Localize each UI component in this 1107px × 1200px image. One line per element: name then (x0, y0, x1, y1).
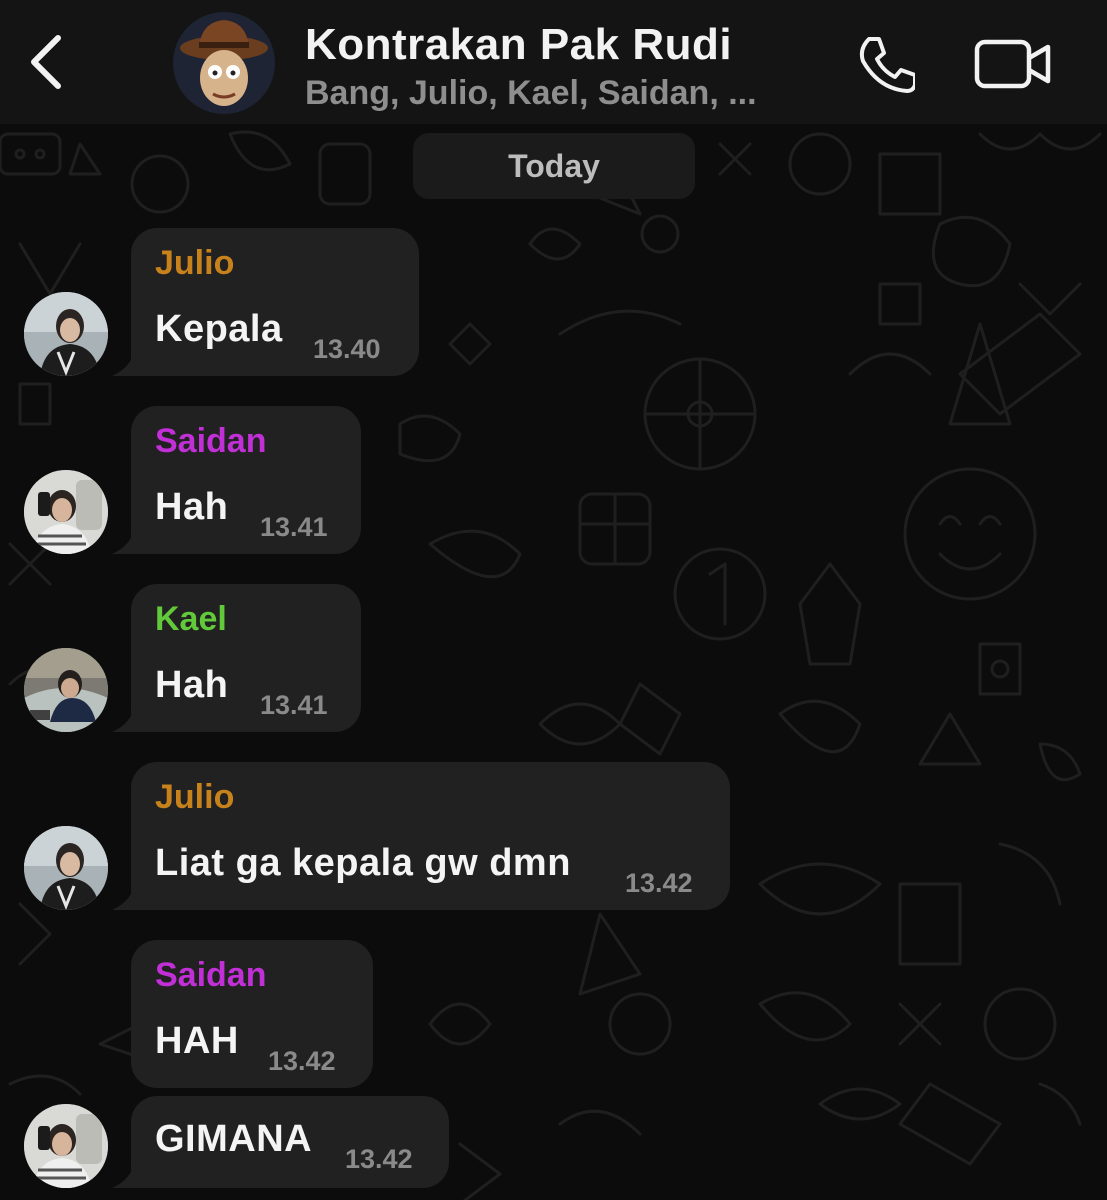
group-avatar-image (173, 12, 275, 114)
date-separator: Today (413, 133, 695, 199)
message-bubble[interactable]: Saidan Hah 13.41 (131, 406, 361, 554)
message-text: Hah (155, 486, 229, 528)
bubble-tail (112, 1164, 142, 1188)
message-time: 13.41 (260, 690, 328, 720)
chat-title[interactable]: Kontrakan Pak Rudi (305, 20, 732, 70)
bubble-tail (112, 886, 142, 910)
message-time: 13.42 (625, 868, 693, 898)
bubble-tail (112, 530, 142, 554)
message-bubble[interactable]: Julio Liat ga kepala gw dmn 13.42 (131, 762, 730, 910)
sender-name[interactable]: Julio (155, 778, 234, 817)
message-time: 13.41 (260, 512, 328, 542)
avatar[interactable] (24, 648, 108, 732)
sender-name[interactable]: Saidan (155, 956, 266, 995)
message-time: 13.42 (345, 1144, 413, 1174)
sender-name[interactable]: Julio (155, 244, 234, 283)
video-camera-icon (974, 39, 1051, 89)
message-time: 13.40 (313, 334, 381, 364)
avatar-image (24, 1104, 108, 1188)
message-bubble[interactable]: Julio Kepala 13.40 (131, 228, 419, 376)
chat-screen: Kontrakan Pak Rudi Bang, Julio, Kael, Sa… (0, 0, 1107, 1200)
sender-name[interactable]: Kael (155, 600, 227, 639)
message-text: Liat ga kepala gw dmn (155, 842, 571, 884)
phone-icon (859, 37, 915, 93)
message-bubble[interactable]: GIMANA 13.42 (131, 1096, 449, 1188)
message-text: Kepala (155, 308, 283, 350)
sender-name[interactable]: Saidan (155, 422, 266, 461)
avatar[interactable] (24, 826, 108, 910)
message-text: GIMANA (155, 1118, 313, 1160)
avatar-image (24, 648, 108, 732)
video-call-button[interactable] (972, 34, 1054, 94)
bubble-tail (112, 352, 142, 376)
voice-call-button[interactable] (852, 30, 918, 96)
avatar[interactable] (24, 470, 108, 554)
avatar-image (24, 292, 108, 376)
message-time: 13.42 (268, 1046, 336, 1076)
message-text: Hah (155, 664, 229, 706)
message-bubble[interactable]: Saidan HAH 13.42 (131, 940, 373, 1088)
message-text: HAH (155, 1020, 239, 1062)
avatar-image (24, 826, 108, 910)
group-avatar[interactable] (173, 12, 275, 114)
back-button[interactable] (20, 28, 72, 96)
chat-header: Kontrakan Pak Rudi Bang, Julio, Kael, Sa… (0, 0, 1107, 124)
avatar-image (24, 470, 108, 554)
avatar[interactable] (24, 292, 108, 376)
chevron-left-icon (31, 35, 61, 89)
message-bubble[interactable]: Kael Hah 13.41 (131, 584, 361, 732)
chat-participants[interactable]: Bang, Julio, Kael, Saidan, ... (305, 74, 757, 113)
bubble-tail (112, 708, 142, 732)
avatar[interactable] (24, 1104, 108, 1188)
